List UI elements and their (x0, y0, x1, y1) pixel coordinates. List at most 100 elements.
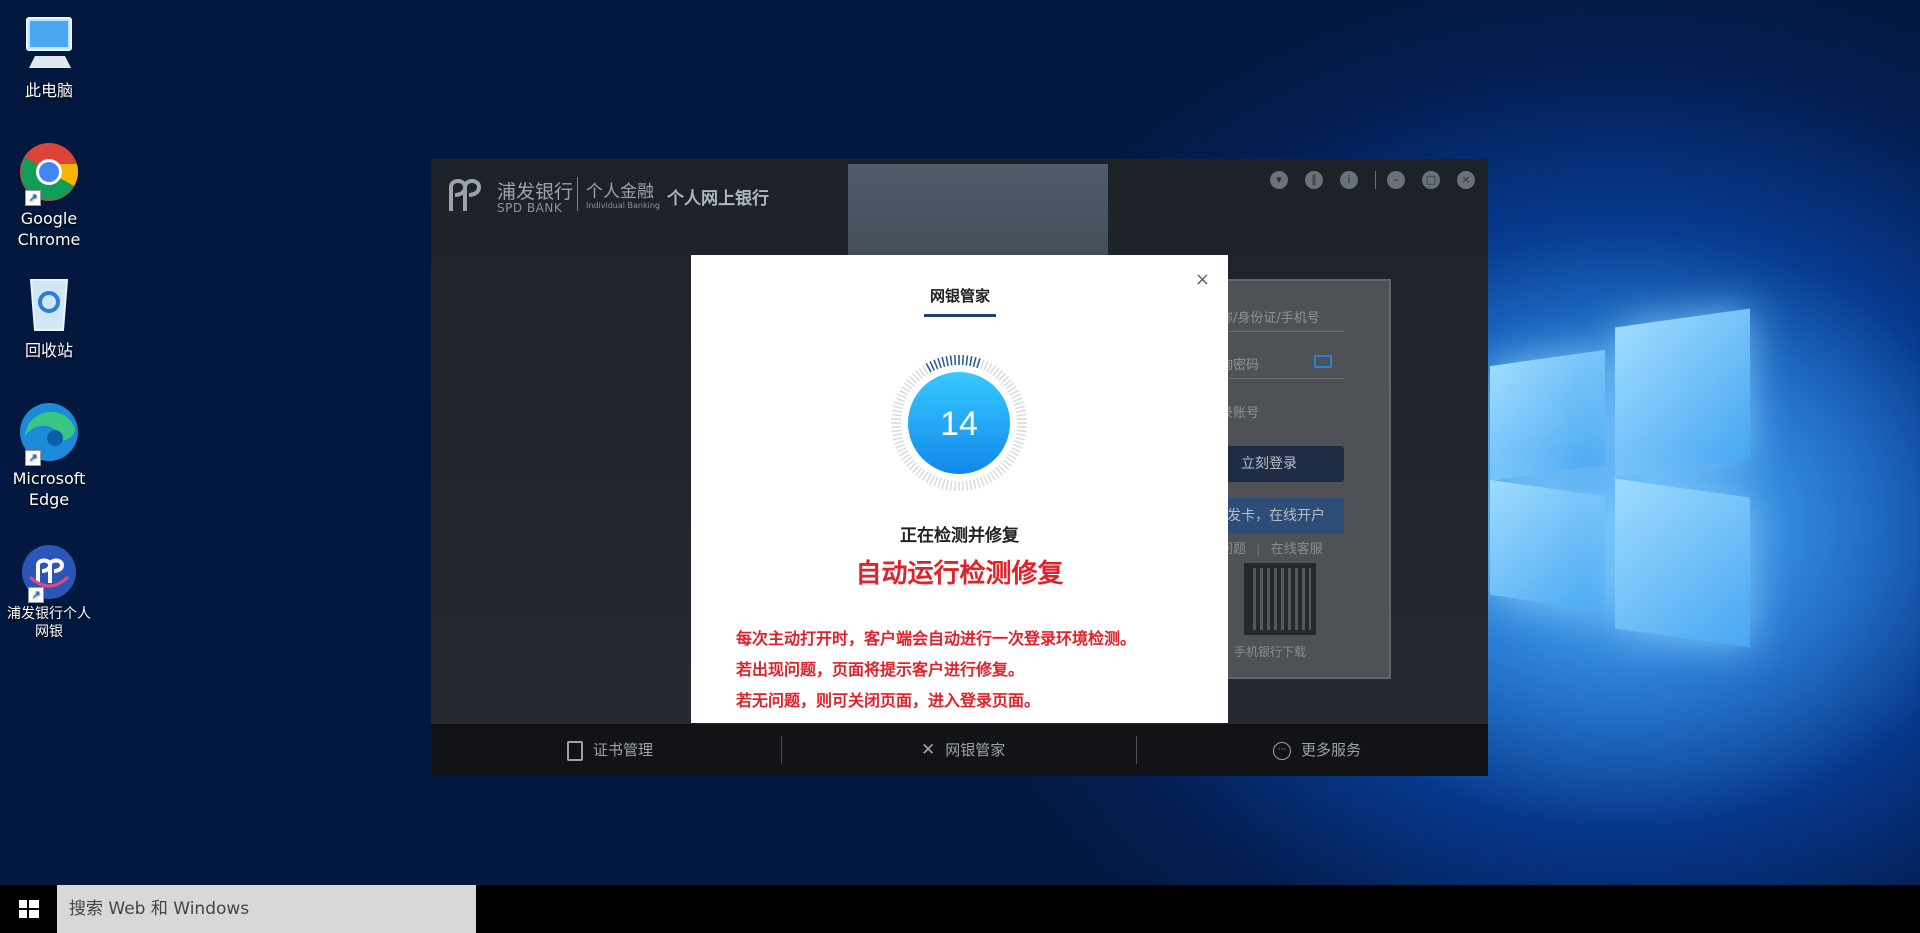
desktop-icon-edge[interactable]: ↗ Microsoft Edge (4, 400, 94, 510)
certificate-icon (567, 740, 583, 761)
desktop-icon-label: 回收站 (24, 341, 73, 360)
start-button[interactable] (0, 885, 57, 933)
progress-tick (1016, 413, 1027, 417)
bottom-item-label: 证书管理 (593, 741, 654, 759)
minimize-icon[interactable]: – (1387, 171, 1405, 189)
info-icon[interactable]: i (1340, 171, 1358, 189)
progress-tick (899, 389, 909, 396)
progress-tick (925, 363, 932, 373)
progress-tick (1009, 450, 1019, 457)
progress-tick (1014, 405, 1026, 410)
windows-wallpaper-logo (1490, 308, 1750, 698)
brand-divider (577, 177, 578, 211)
maximize-icon[interactable]: □ (1422, 171, 1440, 189)
desktop-icon-label: Microsoft (12, 469, 86, 488)
progress-tick (941, 478, 946, 490)
progress-tick (941, 356, 946, 368)
desktop-icon-this-pc[interactable]: 此电脑 (4, 12, 94, 101)
progress-tick (969, 356, 973, 367)
online-service-link[interactable]: 在线客服 (1271, 542, 1323, 557)
progress-tick (897, 393, 907, 400)
netbank-manager-dialog: 网银管家 × 14 正在检测并修复 自动运行检测修复 每次主动打开时，客户端会自… (691, 255, 1228, 723)
progress-tick (899, 450, 909, 457)
desktop-icon-label: Google (20, 209, 78, 228)
progress-tick (982, 361, 989, 371)
progress-tick (1013, 440, 1024, 445)
keyboard-icon[interactable] (1314, 355, 1332, 368)
progress-tick (1012, 443, 1023, 449)
desktop-icon-chrome[interactable]: ↗ Google Chrome (4, 140, 94, 250)
dialog-close-icon[interactable]: × (1195, 269, 1210, 290)
bottom-item-label: 网银管家 (945, 741, 1006, 759)
brand-name-en: SPD BANK (497, 201, 563, 215)
windows-start-icon (19, 900, 39, 918)
progress-tick (949, 355, 953, 366)
progress-tick (979, 476, 985, 487)
bottom-item-more[interactable]: ··· 更多服务 (1273, 724, 1361, 776)
progress-tick (937, 358, 942, 369)
brand-finance-en: Individual Banking (586, 201, 660, 210)
chevron-down-icon[interactable]: ▾ (1270, 171, 1288, 189)
headline-text: 自动运行检测修复 (855, 559, 1064, 589)
bottom-item-label: 更多服务 (1301, 741, 1362, 759)
progress-tick (1015, 409, 1026, 413)
progress-tick (961, 480, 965, 491)
shortcut-arrow-icon: ↗ (28, 587, 44, 603)
note-line: 若无问题，则可关闭页面，进入登录页面。 (736, 691, 1041, 710)
desktop-icon-label: 浦发银行个人 (7, 606, 91, 622)
progress-gauge: 14 (891, 355, 1027, 491)
progress-tick (945, 479, 949, 490)
progress-tick (891, 417, 902, 421)
progress-tick (986, 473, 993, 483)
progress-tick (1009, 389, 1019, 396)
desktop-icon-label: 此电脑 (24, 81, 73, 100)
note-line: 若出现问题，页面将提示客户进行修复。 (736, 660, 1025, 679)
progress-tick (925, 473, 932, 483)
progress-tick (894, 401, 905, 406)
status-text: 正在检测并修复 (900, 526, 1019, 546)
progress-tick (976, 477, 981, 488)
progress-tick (976, 358, 981, 369)
taskbar: 搜索 Web 和 Windows (0, 885, 1920, 933)
close-icon[interactable]: × (1457, 171, 1475, 189)
progress-tick (1013, 401, 1024, 406)
recycle-bin-icon (17, 272, 81, 336)
taskbar-search-box[interactable]: 搜索 Web 和 Windows (57, 885, 476, 933)
progress-tick (892, 409, 903, 413)
progress-tick (1016, 417, 1027, 421)
progress-tick (1015, 433, 1026, 437)
tab-netbank-manager[interactable]: 网银管家 (924, 285, 996, 317)
progress-tick (933, 359, 939, 370)
progress-tick (1016, 425, 1027, 429)
shortcut-arrow-icon: ↗ (25, 190, 41, 206)
progress-tick (953, 480, 957, 491)
bottom-item-tools[interactable]: ✕ 网银管家 (921, 724, 1005, 776)
progress-tick (982, 475, 989, 485)
progress-tick (1014, 436, 1026, 441)
progress-tick (1016, 429, 1027, 433)
progress-tick (986, 363, 993, 373)
brand-finance-cn: 个人金融 (586, 182, 654, 202)
spdb-logo-icon (449, 179, 482, 211)
app-subtitle: 个人网上银行 (667, 189, 769, 209)
desktop-icon-label: Chrome (17, 230, 81, 249)
progress-tick (929, 361, 936, 371)
desktop-icon-label: 网银 (35, 624, 63, 640)
spdb-icon: ↗ (20, 543, 78, 603)
chrome-icon: ↗ (17, 140, 81, 206)
titlebar[interactable]: 浦发银行 SPD BANK 个人金融 Individual Banking 个人… (431, 159, 1488, 229)
progress-tick (891, 429, 902, 433)
progress-value: 14 (940, 405, 978, 443)
progress-tick (933, 476, 939, 487)
desktop-icon-spdb[interactable]: ↗ 浦发银行个人 网银 (4, 543, 94, 641)
pause-icon[interactable]: ∥ (1305, 171, 1323, 189)
progress-tick (949, 480, 953, 491)
bottom-item-certificate[interactable]: 证书管理 (567, 724, 653, 776)
desktop-icon-recycle-bin[interactable]: 回收站 (4, 272, 94, 361)
computer-icon (17, 12, 81, 76)
desktop-icon-label: Edge (28, 490, 70, 509)
more-icon: ··· (1273, 741, 1291, 760)
progress-tick (953, 355, 957, 366)
bottom-divider (1136, 736, 1137, 764)
bottom-divider (781, 736, 782, 764)
